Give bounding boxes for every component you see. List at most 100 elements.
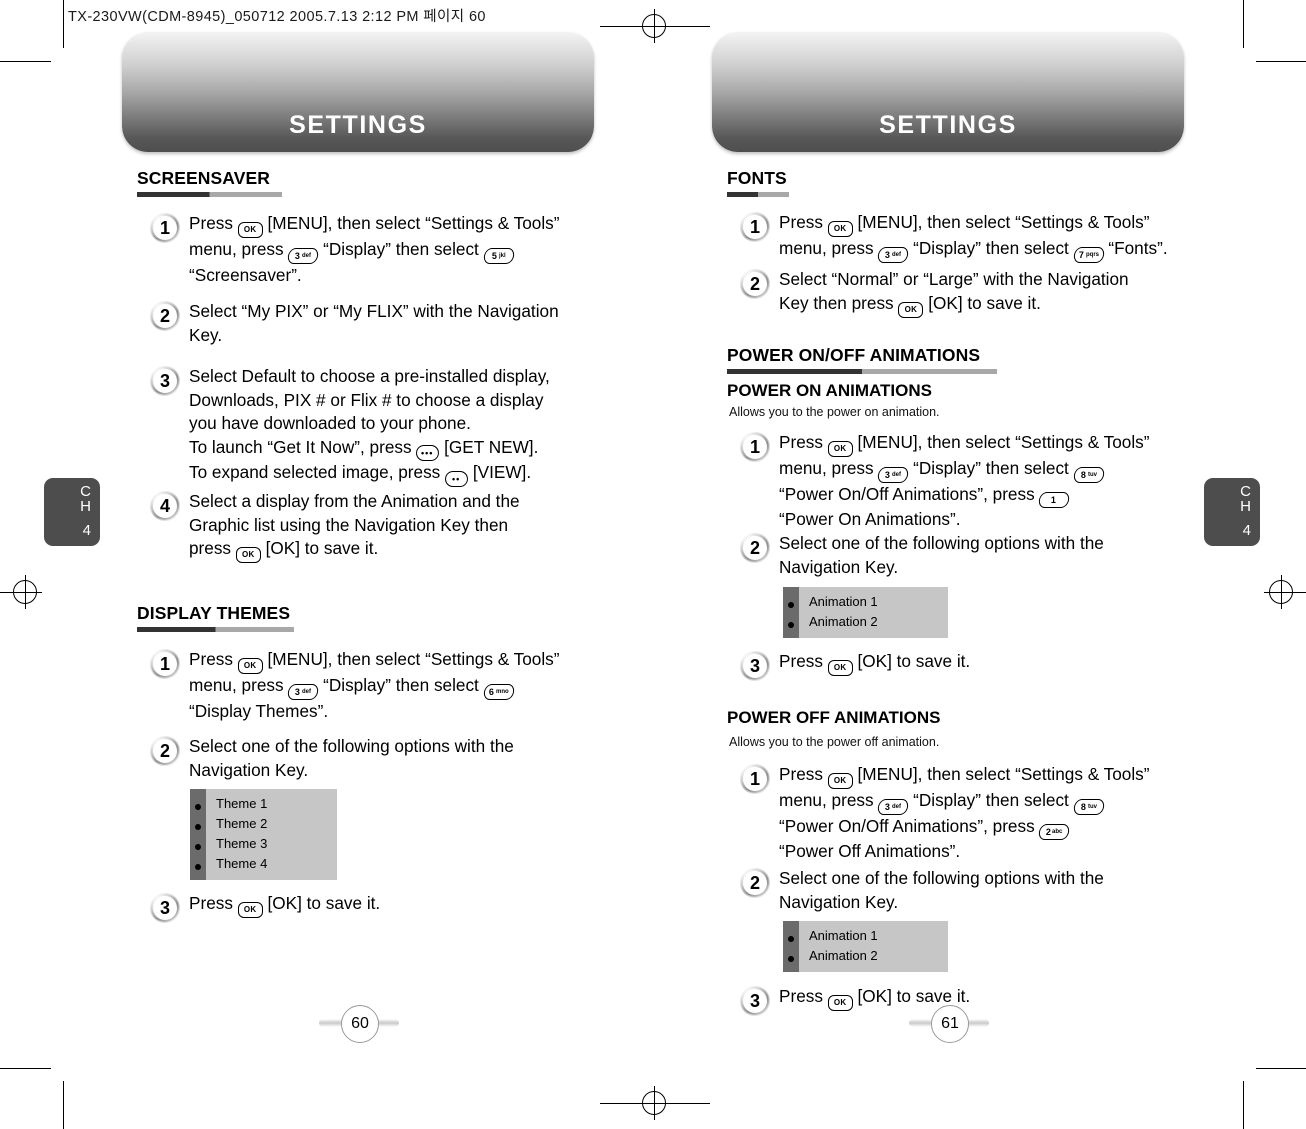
step-badge: 1 — [150, 649, 180, 679]
registration-mark-right — [1264, 575, 1298, 609]
crop-mark-top-right-horizontal — [1256, 61, 1306, 62]
step-line: menu, press 3 def “Display” then select 6… — [189, 674, 559, 700]
section-fonts: FONTS — [727, 168, 789, 197]
banner-left-title: SETTINGS — [289, 111, 427, 139]
crop-mark-bottom-left-vertical — [63, 1081, 64, 1129]
option-item[interactable]: Theme 2 — [206, 814, 337, 834]
phone-soft-key-icon: •• — [444, 470, 470, 487]
phone-key-3-icon: 3 def — [877, 466, 910, 483]
step-badge: 1 — [150, 213, 180, 243]
page-number-right: 61 — [909, 1005, 989, 1043]
phone-key-ok-icon: OK — [235, 547, 261, 563]
option-item[interactable]: Theme 1 — [206, 794, 337, 814]
banner-left: SETTINGS — [122, 32, 594, 152]
option-item[interactable]: Animation 1 — [799, 592, 948, 612]
phone-key-1-icon: 1 — [1038, 492, 1071, 508]
step-badge: 4 — [150, 491, 180, 521]
phone-key-ok-icon: OK — [827, 773, 853, 789]
subheading-power-off: POWER OFF ANIMATIONS — [727, 708, 941, 727]
option-bullet-icon — [195, 864, 201, 870]
step-badge: 2 — [150, 301, 180, 331]
step-badge: 3 — [740, 986, 770, 1016]
step-line: menu, press 3 def “Display” then select 5… — [189, 238, 559, 264]
chapter-tab-right-number: 4 — [1242, 522, 1251, 539]
phone-key-3-icon: 3 def — [877, 246, 910, 263]
step-badge: 3 — [150, 366, 180, 396]
step-line: Navigation Key. — [189, 759, 309, 780]
section-display-themes-heading: DISPLAY THEMES — [137, 603, 291, 623]
power-on-options-gutter — [783, 587, 799, 638]
chapter-tab-left-number: 4 — [82, 522, 91, 539]
option-item[interactable]: Animation 2 — [799, 612, 948, 632]
step-line: press OK [OK] to save it. — [189, 537, 520, 563]
section-power-animations-rule — [727, 369, 997, 374]
phone-key-8-icon: 8 tuv — [1072, 466, 1105, 483]
chapter-tab-left-c: C — [80, 483, 91, 500]
phone-soft-key-icon: ••• — [415, 445, 441, 461]
step-badge: 2 — [740, 269, 770, 299]
step-line: Press OK [MENU], then select “Settings &… — [189, 648, 559, 674]
print-file-info: TX-230VW(CDM-8945)_050712 2005.7.13 2:12… — [68, 9, 486, 25]
section-display-themes-rule — [137, 627, 294, 632]
option-item[interactable]: Animation 2 — [799, 946, 948, 966]
step-badge: 2 — [740, 868, 770, 898]
step-text: Select one of the following options with… — [779, 867, 1104, 914]
phone-key-ok-icon: OK — [237, 222, 263, 238]
banner-right-title: SETTINGS — [879, 111, 1017, 139]
phone-key-ok-icon: OK — [898, 301, 924, 318]
option-bullet-icon — [195, 824, 201, 830]
phone-key-ok-icon: OK — [827, 221, 853, 237]
power-off-options-box[interactable]: Animation 1 Animation 2 — [783, 921, 948, 972]
step-text: Select one of the following options with… — [189, 735, 514, 782]
option-bullet-icon — [195, 804, 201, 810]
theme-options-box[interactable]: Theme 1 Theme 2 Theme 3 Theme 4 — [190, 789, 338, 880]
registration-mark-bottom-center — [637, 1086, 671, 1120]
section-power-animations-heading: POWER ON/OFF ANIMATIONS — [727, 345, 981, 365]
registration-mark-left — [8, 575, 42, 609]
step-line: Select Default to choose a pre-installed… — [189, 366, 550, 386]
step-display-themes-1: 1 Press OK [MENU], then select “Settings… — [150, 648, 559, 723]
option-item[interactable]: Theme 3 — [206, 834, 337, 854]
chapter-tab-right: C H 4 — [1204, 478, 1260, 546]
step-badge: 2 — [740, 533, 770, 563]
power-off-options-list: Animation 1 Animation 2 — [799, 921, 948, 972]
step-line: you have downloaded to your phone. — [189, 413, 471, 433]
step-power-off-2: 2 Select one of the following options wi… — [740, 867, 1104, 914]
note-power-on: Allows you to the power on animation. — [729, 405, 940, 419]
power-on-options-box[interactable]: Animation 1 Animation 2 — [783, 587, 948, 638]
option-bullet-icon — [195, 844, 201, 850]
step-line: Press OK [MENU], then select “Settings &… — [779, 211, 1168, 237]
step-text: Press OK [MENU], then select “Settings &… — [189, 212, 559, 287]
crop-mark-top-left-vertical — [63, 0, 64, 48]
step-line: menu, press 3 def “Display” then select 7… — [779, 237, 1168, 263]
crop-mark-bottom-right-horizontal — [1256, 1068, 1306, 1069]
crop-mark-top-right-vertical — [1243, 0, 1244, 48]
step-line: Graphic list using the Navigation Key th… — [189, 514, 509, 535]
step-line: Select “Normal” or “Large” with the Navi… — [779, 269, 1129, 289]
step-line: “Power On/Off Animations”, press 2 abc — [779, 815, 1149, 840]
step-screensaver-3: 3 Select Default to choose a pre-install… — [150, 365, 550, 487]
page-number-right-value: 61 — [931, 1005, 969, 1043]
step-power-off-1: 1 Press OK [MENU], then select “Settings… — [740, 763, 1149, 864]
step-display-themes-3: 3 Press OK [OK] to save it. — [150, 892, 380, 923]
section-display-themes: DISPLAY THEMES — [137, 603, 294, 632]
phone-key-7-icon: 7 pqrs — [1072, 246, 1105, 263]
note-power-off: Allows you to the power off animation. — [729, 735, 940, 749]
step-screensaver-1: 1 Press OK [MENU], then select “Settings… — [150, 212, 559, 287]
option-item[interactable]: Theme 4 — [206, 854, 337, 874]
theme-options-gutter — [190, 789, 206, 880]
phone-key-ok-icon: OK — [237, 902, 263, 918]
step-text: Select “Normal” or “Large” with the Navi… — [779, 268, 1129, 318]
option-bullet-icon — [788, 936, 794, 942]
crop-mark-bottom-left-horizontal — [0, 1068, 51, 1069]
step-line: Key then press OK [OK] to save it. — [779, 292, 1129, 318]
step-line: “Power On/Off Animations”, press 1 — [779, 483, 1149, 508]
power-off-options-gutter — [783, 921, 799, 972]
step-line: “Power Off Animations”. — [779, 841, 961, 861]
manual-page-spread: TX-230VW(CDM-8945)_050712 2005.7.13 2:12… — [0, 0, 1306, 1129]
step-text: Press OK [MENU], then select “Settings &… — [779, 763, 1149, 864]
option-item[interactable]: Animation 1 — [799, 926, 948, 946]
step-line: Select one of the following options with… — [779, 868, 1104, 888]
step-badge: 3 — [150, 893, 180, 923]
step-screensaver-2: 2 Select “My PIX” or “My FLIX” with the … — [150, 300, 559, 347]
